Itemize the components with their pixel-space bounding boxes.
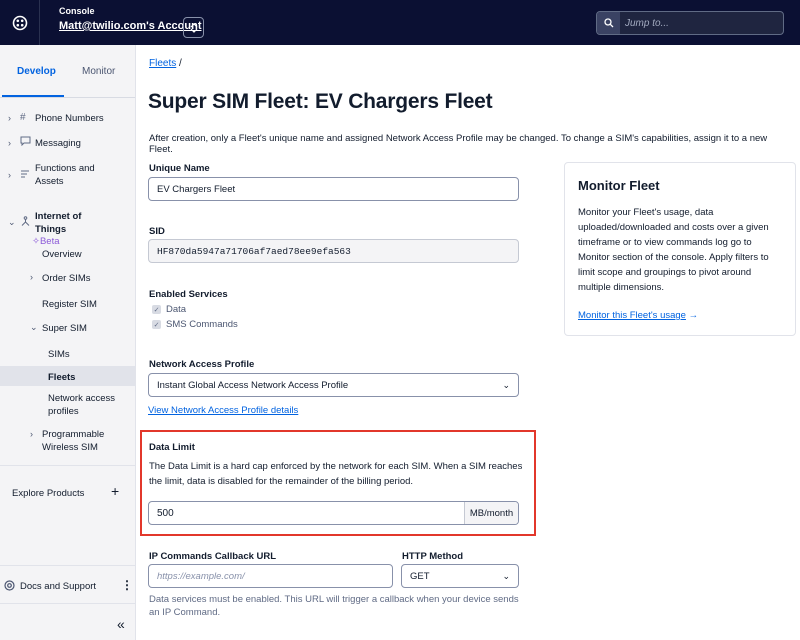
chevron-right-icon: › [8, 170, 11, 180]
chat-bubble-icon [20, 136, 31, 149]
intro-text: After creation, only a Fleet's unique na… [149, 133, 768, 155]
hash-icon: # [20, 112, 26, 123]
search-icon[interactable] [597, 12, 620, 34]
ip-callback-label: IP Commands Callback URL [149, 551, 277, 562]
sidebar-item-phone-numbers[interactable]: › # Phone Numbers [0, 112, 135, 128]
http-method-select[interactable]: GET ⌄ [401, 564, 519, 588]
iot-icon [20, 216, 31, 230]
service-data-checkbox: ✓ Data [152, 304, 186, 315]
chevron-right-icon: › [8, 138, 11, 148]
account-name-link[interactable]: Matt@twilio.com's Account [59, 20, 202, 32]
enabled-services-label: Enabled Services [149, 289, 228, 300]
card-body: Monitor your Fleet's usage, data uploade… [578, 207, 769, 293]
check-icon: ✓ [152, 320, 161, 329]
docs-and-support-link[interactable]: Docs and Support [20, 581, 96, 592]
breadcrumb: Fleets / [149, 58, 182, 69]
service-label: Data [166, 304, 187, 315]
unique-name-label: Unique Name [149, 163, 210, 174]
sidebar-item-order-sims[interactable]: Order SIMs [42, 272, 91, 285]
chevron-right-icon: › [30, 272, 33, 282]
sidebar-item-iot[interactable]: ⌄ Internet of Things [0, 210, 135, 238]
sidebar-item-label: Messaging [35, 138, 81, 149]
chevron-down-icon: ⌄ [502, 571, 510, 581]
http-method-label: HTTP Method [402, 551, 464, 562]
sidebar-item-network-access-profiles[interactable]: Network access profiles [48, 392, 115, 418]
collapse-sidebar-icon[interactable]: « [117, 616, 125, 632]
data-limit-label: Data Limit [149, 442, 195, 453]
nap-label: Network Access Profile [149, 359, 255, 370]
sidebar-item-overview[interactable]: Overview [42, 248, 82, 261]
chevron-down-icon: ⌄ [30, 322, 38, 332]
support-icon [4, 580, 15, 594]
chevron-right-icon: › [30, 429, 33, 439]
sidebar-item-sims[interactable]: SIMs [48, 348, 70, 361]
data-limit-description: The Data Limit is a hard cap enforced by… [149, 461, 523, 487]
chevron-right-icon: › [8, 113, 11, 123]
sidebar-item-programmable-wireless[interactable]: Programmable Wireless SIM [42, 428, 104, 454]
data-limit-unit: MB/month [464, 502, 518, 524]
breadcrumb-fleets-link[interactable]: Fleets [149, 58, 176, 69]
data-limit-value: 500 [157, 508, 174, 519]
sidebar-item-fleets[interactable]: Fleets [48, 371, 75, 384]
sidebar-tabs: Develop Monitor [0, 45, 135, 100]
nap-selected-value: Instant Global Access Network Access Pro… [157, 379, 349, 391]
ip-callback-helper-text: Data services must be enabled. This URL … [149, 594, 519, 618]
jump-to-search [596, 11, 784, 35]
tab-monitor[interactable]: Monitor [82, 66, 115, 77]
sidebar-divider [0, 565, 135, 566]
sidebar-item-label: Phone Numbers [35, 113, 104, 124]
unique-name-value: EV Chargers Fleet [157, 183, 236, 195]
breadcrumb-separator: / [179, 58, 182, 69]
page-title: Super SIM Fleet: EV Chargers Fleet [148, 90, 493, 113]
sidebar-item-label: Internet of Things [35, 211, 82, 235]
http-method-value: GET [410, 570, 430, 582]
account-switcher-button[interactable] [183, 17, 204, 38]
chevron-down-icon: ⌄ [502, 380, 510, 390]
console-label: Console [59, 6, 95, 16]
top-bar: Console Matt@twilio.com's Account [0, 0, 800, 45]
tab-develop[interactable]: Develop [17, 66, 56, 77]
sidebar-item-super-sim[interactable]: Super SIM [42, 322, 87, 335]
tabs-divider [0, 97, 135, 98]
monitor-fleet-card: Monitor Fleet Monitor your Fleet's usage… [564, 162, 796, 336]
unique-name-input[interactable]: EV Chargers Fleet [148, 177, 519, 201]
search-input[interactable] [620, 12, 782, 34]
more-options-icon[interactable]: ⋮ [121, 578, 133, 592]
ip-callback-placeholder: https://example.com/ [157, 570, 245, 582]
nap-select[interactable]: Instant Global Access Network Access Pro… [148, 373, 519, 397]
nap-details-link[interactable]: View Network Access Profile details [148, 405, 298, 416]
sid-label: SID [149, 226, 165, 237]
explore-products-link[interactable]: Explore Products [12, 488, 84, 499]
service-sms-checkbox: ✓ SMS Commands [152, 319, 238, 330]
ip-callback-url-input[interactable]: https://example.com/ [148, 564, 393, 588]
data-limit-input[interactable]: 500 MB/month [148, 501, 519, 525]
sidebar-item-register-sim[interactable]: Register SIM [42, 298, 97, 311]
monitor-usage-link[interactable]: Monitor this Fleet's usage → [578, 310, 698, 321]
sidebar-divider [0, 603, 135, 604]
sid-field: HF870da5947a71706af7aed78ee9efa563 [148, 239, 519, 263]
arrow-right-icon: → [688, 310, 699, 321]
chevron-down-icon: ⌄ [8, 217, 16, 227]
sidebar-item-functions[interactable]: › Functions and Assets [0, 162, 135, 202]
function-icon [20, 169, 30, 182]
service-label: SMS Commands [166, 319, 238, 330]
plus-icon[interactable]: + [111, 483, 119, 499]
sidebar-item-label: Functions and Assets [35, 163, 95, 187]
sidebar-divider [0, 465, 135, 466]
sid-value: HF870da5947a71706af7aed78ee9efa563 [157, 245, 351, 257]
check-icon: ✓ [152, 305, 161, 314]
card-title: Monitor Fleet [578, 178, 660, 193]
sidebar: Develop Monitor › # Phone Numbers › Mess… [0, 45, 136, 640]
chevron-up-down-icon [190, 22, 197, 33]
twilio-logo-icon[interactable] [0, 0, 40, 45]
sidebar-item-messaging[interactable]: › Messaging [0, 136, 135, 153]
